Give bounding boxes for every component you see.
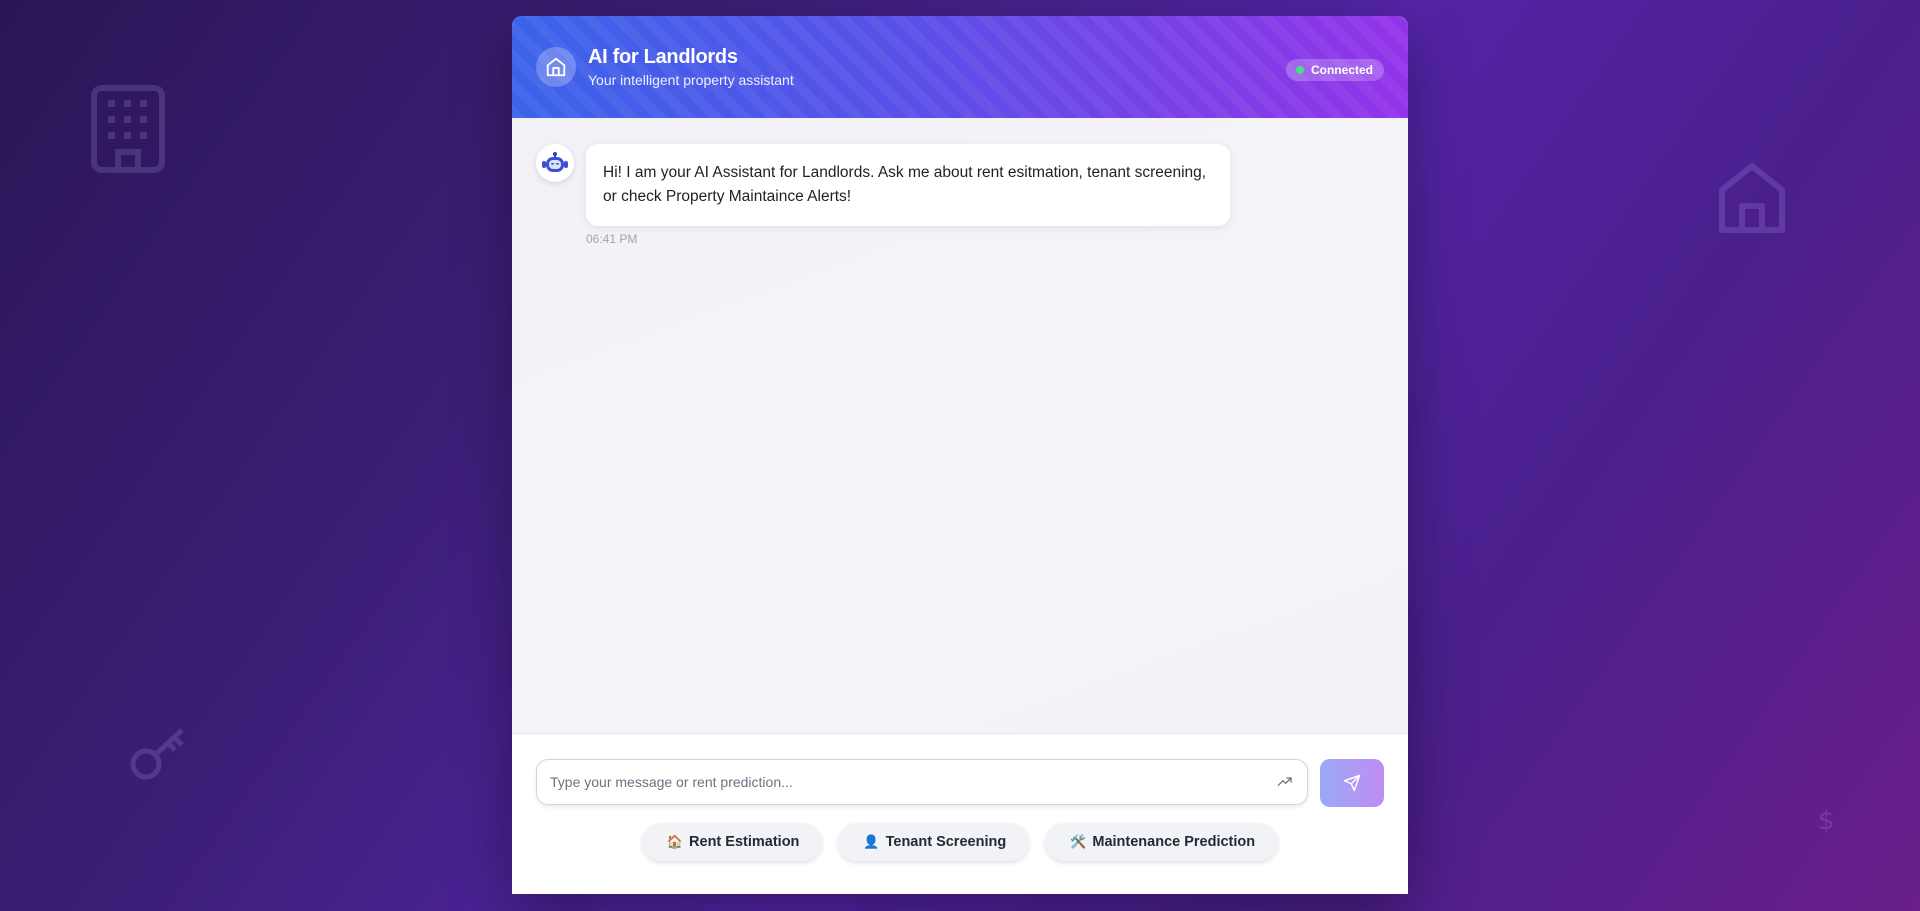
- home-outline-icon: [1716, 160, 1788, 236]
- trending-up-icon[interactable]: [1277, 773, 1295, 791]
- connection-status-badge: Connected: [1285, 59, 1384, 81]
- home-logo-icon: [536, 47, 576, 87]
- send-button[interactable]: [1320, 759, 1384, 807]
- tools-emoji-icon: 🛠️: [1070, 834, 1087, 849]
- bot-message: Hi! I am your AI Assistant for Landlords…: [536, 144, 1230, 246]
- key-icon: [128, 722, 192, 782]
- robot-avatar-icon: [536, 144, 574, 182]
- maintenance-prediction-button[interactable]: 🛠️ Maintenance Prediction: [1045, 823, 1279, 861]
- app-title: AI for Landlords: [588, 46, 738, 68]
- send-icon: [1343, 774, 1361, 792]
- quick-actions: 🏠 Rent Estimation 👤 Tenant Screening 🛠️ …: [512, 823, 1408, 861]
- message-bubble: Hi! I am your AI Assistant for Landlords…: [586, 144, 1230, 226]
- tenant-screening-button[interactable]: 👤 Tenant Screening: [838, 823, 1030, 861]
- message-list[interactable]: Hi! I am your AI Assistant for Landlords…: [512, 118, 1408, 734]
- person-emoji-icon: 👤: [863, 834, 880, 849]
- composer: 🏠 Rent Estimation 👤 Tenant Screening 🛠️ …: [512, 734, 1408, 894]
- message-timestamp: 06:41 PM: [586, 232, 638, 246]
- status-dot: [1295, 66, 1304, 74]
- message-input-wrapper: [536, 759, 1308, 805]
- chat-header: AI for Landlords Your intelligent proper…: [512, 16, 1408, 118]
- building-icon: [90, 84, 166, 174]
- rent-estimation-button[interactable]: 🏠 Rent Estimation: [641, 823, 823, 861]
- chat-window: AI for Landlords Your intelligent proper…: [512, 16, 1408, 894]
- app-subtitle: Your intelligent property assistant: [588, 72, 794, 88]
- dollar-icon: $: [1818, 806, 1835, 836]
- message-input[interactable]: [537, 773, 1277, 791]
- chip-label: Maintenance Prediction: [1092, 834, 1256, 850]
- status-label: Connected: [1310, 63, 1373, 77]
- house-emoji-icon: 🏠: [666, 834, 684, 849]
- chip-label: Tenant Screening: [885, 834, 1007, 850]
- chip-label: Rent Estimation: [689, 834, 800, 850]
